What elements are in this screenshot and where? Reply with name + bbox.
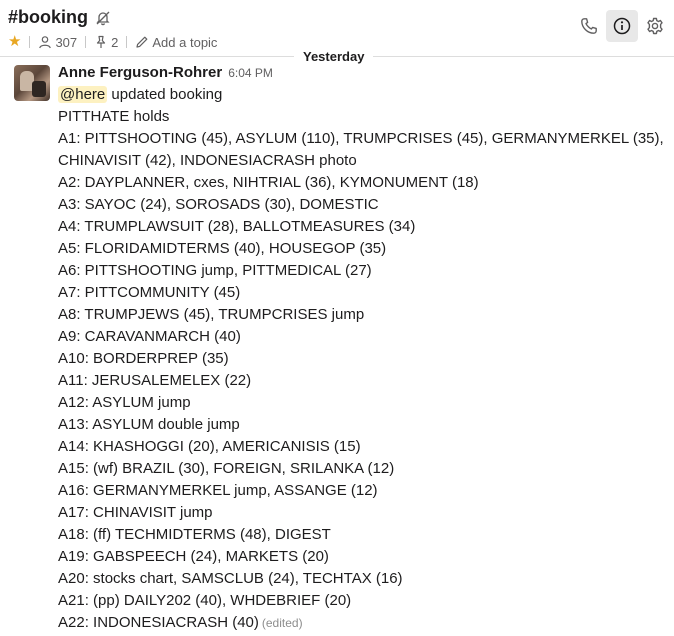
- message-lines: PITTHATE holds A1: PITTSHOOTING (45), ASY…: [58, 106, 664, 612]
- message-line: A9: CARAVANMARCH (40): [58, 328, 241, 345]
- info-icon: [613, 17, 631, 35]
- members-count[interactable]: 307: [38, 35, 77, 50]
- settings-button[interactable]: [639, 10, 671, 42]
- avatar[interactable]: [14, 65, 50, 101]
- message-header: Anne Ferguson-Rohrer 6:04 PM: [58, 64, 273, 81]
- channel-title[interactable]: #booking: [8, 7, 111, 28]
- channel-name[interactable]: #booking: [8, 7, 88, 28]
- phone-icon: [581, 18, 597, 34]
- bell-slash-icon[interactable]: [95, 10, 111, 26]
- pins-count[interactable]: 2: [94, 35, 118, 50]
- message-line: A4: TRUMPLAWSUIT (28), BALLOTMEASURES (3…: [58, 218, 416, 235]
- message-line: A11: JERUSALEMELEX (22): [58, 372, 252, 389]
- message-line: A5: FLORIDAMIDTERMS (40), HOUSEGOP (35): [58, 240, 387, 257]
- here-mention[interactable]: @here: [58, 86, 108, 103]
- message-line: A16: GERMANYMERKEL jump, ASSANGE (12): [58, 482, 378, 499]
- message-line: A15: (wf) BRAZIL (30), FOREIGN, SRILANKA…: [58, 460, 395, 477]
- message-line: A18: (ff) TECHMIDTERMS (48), DIGEST: [58, 526, 331, 543]
- gear-icon: [647, 17, 663, 35]
- message-body: @here updated booking PITTHATE holds A1: …: [58, 84, 664, 634]
- pin-icon: [97, 35, 106, 48]
- message-line: A17: CHINAVISIT jump: [58, 504, 213, 521]
- message-line: A19: GABSPEECH (24), MARKETS (20): [58, 548, 329, 565]
- details-button[interactable]: [606, 10, 638, 42]
- message-line: @here updated booking: [58, 86, 223, 103]
- message-line: A21: (pp) DAILY202 (40), WHDEBRIEF (20): [58, 592, 352, 609]
- add-topic-button[interactable]: Add a topic: [135, 35, 217, 50]
- message-line: A1: PITTSHOOTING (45), ASYLUM (110), TRU…: [58, 130, 664, 147]
- message-line: A20: stocks chart, SAMSCLUB (24), TECHTA…: [58, 570, 403, 587]
- day-divider[interactable]: Yesterday: [294, 48, 374, 66]
- message-line: A13: ASYLUM double jump: [58, 416, 240, 433]
- message-line: A6: PITTSHOOTING jump, PITTMEDICAL (27): [58, 262, 372, 279]
- divider: [126, 36, 128, 48]
- star-icon[interactable]: ★: [8, 34, 21, 49]
- pencil-icon: [136, 36, 148, 48]
- divider: [29, 36, 31, 48]
- channel-meta: ★ 307 2 Add a topic: [8, 34, 217, 50]
- message-line: PITTHATE holds: [58, 108, 170, 125]
- message-line: A10: BORDERPREP (35): [58, 350, 229, 367]
- message-line: CHINAVISIT (42), INDONESIACRASH photo: [58, 152, 357, 169]
- message-line: A8: TRUMPJEWS (45), TRUMPCRISES jump: [58, 306, 365, 323]
- message-line: A22: INDONESIACRASH (40) (edited): [58, 614, 303, 631]
- edited-label: (edited): [261, 616, 303, 630]
- message-line: A14: KHASHOGGI (20), AMERICANISIS (15): [58, 438, 361, 455]
- author-name[interactable]: Anne Ferguson-Rohrer: [58, 64, 222, 81]
- message-line: A3: SAYOC (24), SOROSADS (30), DOMESTIC: [58, 196, 379, 213]
- timestamp[interactable]: 6:04 PM: [228, 66, 273, 80]
- divider: [85, 36, 87, 48]
- message-line: A12: ASYLUM jump: [58, 394, 191, 411]
- person-icon: [39, 36, 52, 49]
- message-line: A2: DAYPLANNER, cxes, NIHTRIAL (36), KYM…: [58, 174, 479, 191]
- call-button[interactable]: [573, 10, 605, 42]
- message-line: A7: PITTCOMMUNITY (45): [58, 284, 241, 301]
